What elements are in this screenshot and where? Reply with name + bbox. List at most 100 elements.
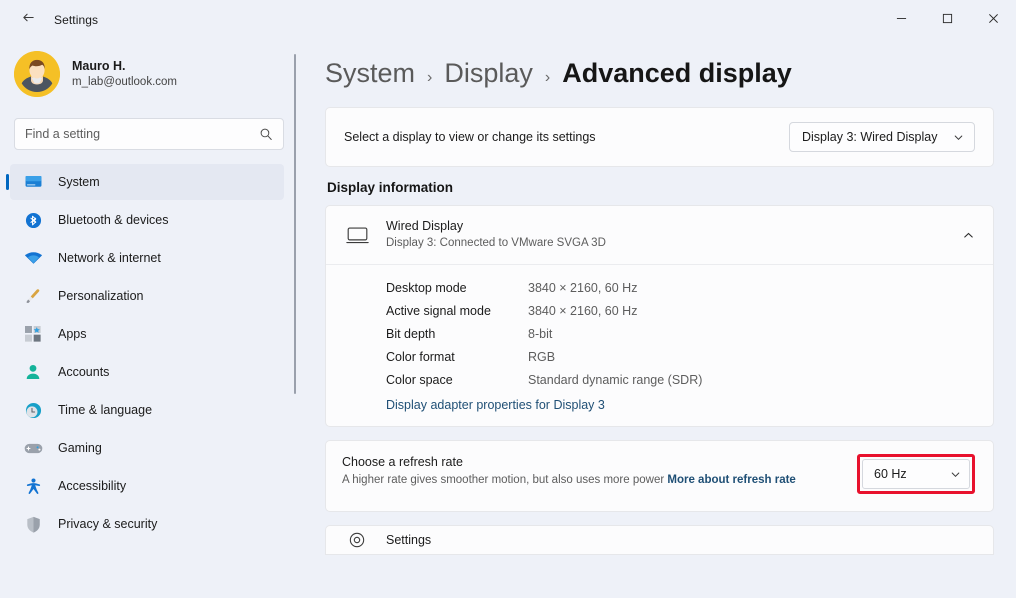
display-details-list: Desktop mode 3840 × 2160, 60 Hz Active s…: [326, 265, 993, 426]
sidebar-item-system[interactable]: System: [10, 164, 284, 200]
back-button[interactable]: [10, 6, 46, 34]
sidebar-item-privacy-security[interactable]: Privacy & security: [10, 506, 284, 542]
chevron-up-icon[interactable]: [962, 229, 975, 242]
display-selector-row: Select a display to view or change its s…: [326, 108, 993, 166]
breadcrumb-separator-icon: ›: [544, 69, 551, 86]
partial-next-card[interactable]: Settings: [325, 525, 994, 555]
display-selector-dropdown[interactable]: Display 3: Wired Display: [789, 122, 975, 152]
user-profile[interactable]: Mauro H. m_lab@outlook.com: [0, 44, 300, 104]
sidebar-item-label: Bluetooth & devices: [58, 213, 169, 227]
maximize-icon: [942, 11, 953, 29]
sidebar-item-time-language[interactable]: Time & language: [10, 392, 284, 428]
bluetooth-icon: [22, 210, 44, 230]
window-controls: [878, 0, 1016, 40]
detail-key: Desktop mode: [386, 281, 467, 295]
title-bar: Settings: [0, 0, 1016, 40]
sidebar-item-label: System: [58, 175, 100, 189]
profile-text: Mauro H. m_lab@outlook.com: [72, 59, 177, 90]
sidebar-item-accessibility[interactable]: Accessibility: [10, 468, 284, 504]
sidebar-item-personalization[interactable]: Personalization: [10, 278, 284, 314]
sidebar-item-label: Network & internet: [58, 251, 161, 265]
close-icon: [988, 11, 999, 29]
page-title: Advanced display: [562, 58, 792, 88]
detail-row: Color format RGB: [386, 346, 975, 369]
shield-icon: [22, 514, 44, 534]
refresh-rate-title: Choose a refresh rate: [342, 455, 463, 469]
avatar: [14, 51, 60, 97]
detail-row: Bit depth 8-bit: [386, 323, 975, 346]
settings-window: Settings Mauro H. m_lab@outlook.com Find…: [0, 0, 1016, 598]
display-selector-label: Select a display to view or change its s…: [344, 130, 596, 144]
profile-email: m_lab@outlook.com: [72, 76, 177, 89]
sidebar-item-gaming[interactable]: Gaming: [10, 430, 284, 466]
detail-value: RGB: [528, 350, 556, 364]
refresh-rate-highlight: 60 Hz: [857, 454, 975, 494]
breadcrumb-display[interactable]: Display: [444, 58, 533, 89]
chevron-down-icon: [953, 132, 964, 143]
detail-key: Color space: [386, 373, 453, 387]
monitor-icon: [22, 172, 44, 192]
display-selector-card: Select a display to view or change its s…: [325, 107, 994, 167]
close-button[interactable]: [970, 0, 1016, 40]
minimize-button[interactable]: [878, 0, 924, 40]
sidebar-item-label: Accounts: [58, 365, 110, 379]
sidebar-item-apps[interactable]: Apps: [10, 316, 284, 352]
profile-name: Mauro H.: [72, 58, 126, 73]
wifi-icon: [22, 248, 44, 268]
sidebar-item-label: Accessibility: [58, 479, 127, 493]
sidebar-scrollbar[interactable]: [294, 54, 296, 394]
detail-row: Color space Standard dynamic range (SDR): [386, 369, 975, 392]
detail-key: Color format: [386, 350, 455, 364]
wired-display-subtitle: Display 3: Connected to VMware SVGA 3D: [386, 237, 606, 250]
detail-value: 3840 × 2160, 60 Hz: [528, 304, 638, 318]
more-about-refresh-rate-link[interactable]: More about refresh rate: [667, 474, 795, 486]
sidebar-item-network-internet[interactable]: Network & internet: [10, 240, 284, 276]
gamepad-icon: [22, 438, 44, 458]
search-icon: [259, 127, 273, 141]
apps-icon: [22, 324, 44, 344]
detail-key: Active signal mode: [386, 304, 491, 318]
wired-display-name: Wired Display: [386, 219, 464, 234]
main-content: System › Display › Advanced display Sele…: [300, 40, 1016, 598]
display-information-title: Display information: [327, 180, 454, 195]
window-body: Mauro H. m_lab@outlook.com Find a settin…: [0, 40, 1016, 598]
sidebar-item-label: Time & language: [58, 403, 153, 417]
display-adapter-properties-link[interactable]: Display adapter properties for Display 3: [386, 398, 605, 412]
breadcrumb-separator-icon: ›: [427, 69, 433, 86]
refresh-rate-texts: Choose a refresh rate A higher rate give…: [342, 455, 857, 489]
detail-row: Desktop mode 3840 × 2160, 60 Hz: [386, 277, 975, 300]
display-selector-value: Display 3: Wired Display: [802, 130, 938, 144]
breadcrumb-system[interactable]: System: [325, 58, 415, 89]
clock-icon: [22, 400, 44, 420]
sidebar-nav: System Bluetooth & devices Network & int…: [0, 164, 300, 542]
refresh-rate-dropdown[interactable]: 60 Hz: [862, 459, 970, 489]
breadcrumb: System › Display › Advanced display: [325, 40, 994, 89]
account-icon: [22, 362, 44, 382]
wired-display-row[interactable]: Wired Display Display 3: Connected to VM…: [326, 206, 993, 264]
sidebar: Mauro H. m_lab@outlook.com Find a settin…: [0, 40, 300, 598]
detail-value: 3840 × 2160, 60 Hz: [528, 281, 638, 295]
search-box[interactable]: [14, 118, 284, 150]
sidebar-item-label: Privacy & security: [58, 517, 158, 531]
detail-row: Active signal mode 3840 × 2160, 60 Hz: [386, 300, 975, 323]
refresh-rate-row: Choose a refresh rate A higher rate give…: [326, 441, 993, 511]
wired-display-texts: Wired Display Display 3: Connected to VM…: [386, 218, 962, 251]
sidebar-item-bluetooth-devices[interactable]: Bluetooth & devices: [10, 202, 284, 238]
app-title: Settings: [54, 13, 99, 27]
partial-card-label: Settings: [386, 533, 432, 547]
detail-key: Bit depth: [386, 327, 436, 341]
sidebar-item-accounts[interactable]: Accounts: [10, 354, 284, 390]
brush-icon: [22, 286, 44, 306]
chevron-down-icon: [950, 469, 961, 480]
refresh-rate-value: 60 Hz: [874, 467, 907, 481]
refresh-rate-card: Choose a refresh rate A higher rate give…: [325, 440, 994, 512]
search-input[interactable]: [25, 127, 259, 141]
sidebar-item-label: Gaming: [58, 441, 102, 455]
back-arrow-icon: [21, 10, 36, 30]
accessibility-icon: [22, 476, 44, 496]
detail-value: 8-bit: [528, 327, 553, 341]
minimize-icon: [896, 11, 907, 29]
maximize-button[interactable]: [924, 0, 970, 40]
sidebar-item-label: Personalization: [58, 289, 144, 303]
monitor-outline-icon: [342, 226, 372, 245]
